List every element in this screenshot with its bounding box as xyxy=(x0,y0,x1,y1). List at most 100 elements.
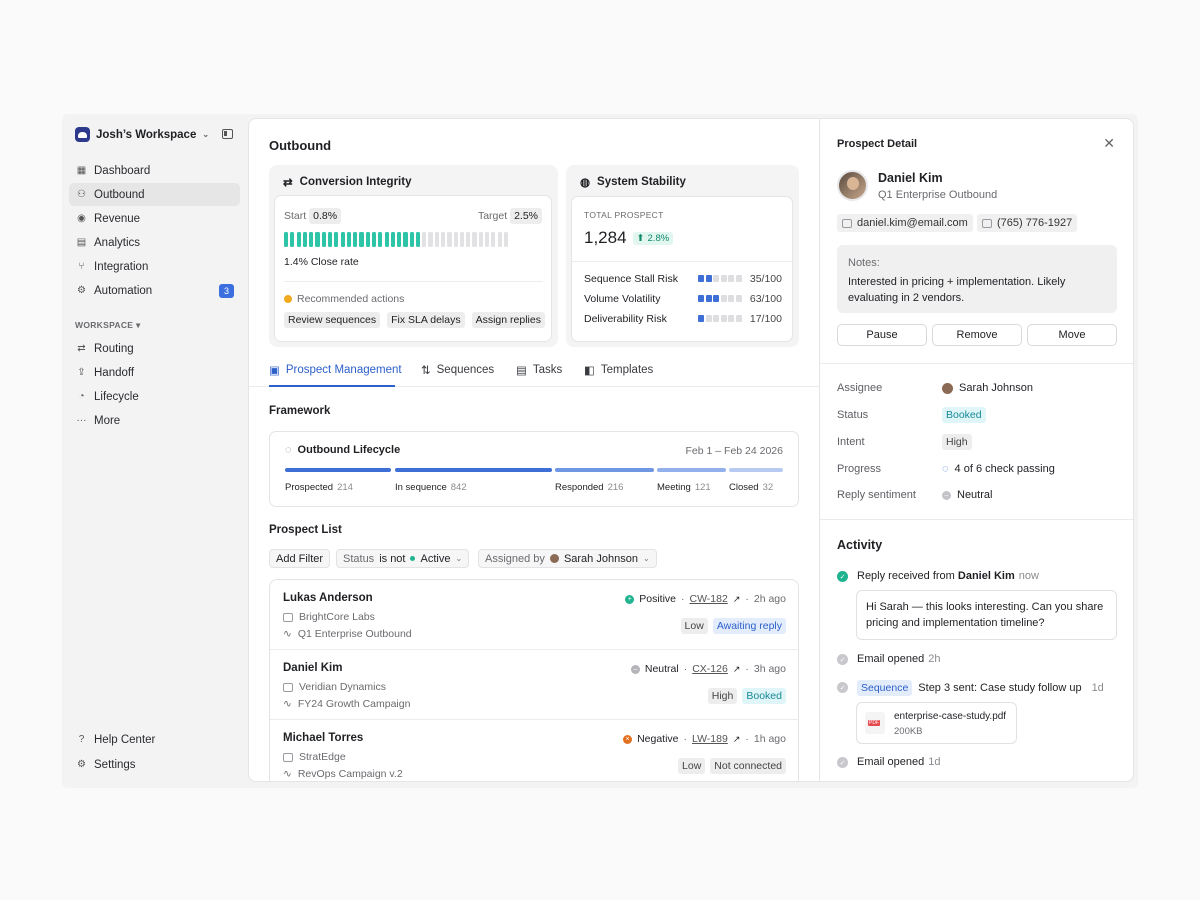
tab-prospect-management[interactable]: ▣ Prospect Management xyxy=(269,363,402,377)
risk-meter-segment xyxy=(735,275,742,282)
risk-row: Volume Volatility 63/100 xyxy=(584,293,782,307)
separator: · xyxy=(683,733,688,745)
separator: · xyxy=(683,663,688,675)
sidebar-item-handoff[interactable]: ⇪ Handoff xyxy=(69,361,240,384)
tab-templates[interactable]: ◧ Templates xyxy=(584,363,653,377)
sidebar-item-automation[interactable]: ⚙ Automation 3 xyxy=(69,279,240,302)
tab-label: Sequences xyxy=(436,364,495,376)
lifecycle-stage-label: Prospected 214 xyxy=(285,482,353,493)
status-label: Status xyxy=(837,409,869,421)
tab-label: Tasks xyxy=(532,364,563,376)
file-attachment[interactable]: enterprise-case-study.pdf 200KB xyxy=(856,702,1017,744)
risk-row: Sequence Stall Risk 35/100 xyxy=(584,273,782,287)
table-row[interactable]: Lukas Anderson BrightCore Labs ∿ Q1 Enter… xyxy=(270,580,798,650)
workspace-nav: ⇄ Routing ⇪ Handoff ◔ Lifecycle ··· More xyxy=(69,337,240,433)
chevron-down-icon: ⌄ xyxy=(642,554,650,563)
mail-icon xyxy=(842,218,852,228)
email-chip[interactable]: daniel.kim@email.com xyxy=(837,214,973,232)
risk-meter-segment xyxy=(698,295,704,302)
workspace-section-label[interactable]: WORKSPACE ▾ xyxy=(75,320,141,331)
risk-meter xyxy=(698,275,742,282)
automation-count-badge: 3 xyxy=(219,284,234,298)
activity-text: Step 3 sent: Case study follow up xyxy=(918,682,1082,694)
building-icon xyxy=(283,682,293,692)
row-meta: – Neutral · CX-126 ↗ · 3h ago xyxy=(630,663,786,675)
ticket-link[interactable]: CX-126 xyxy=(692,663,728,675)
table-row[interactable]: Michael Torres StratEdge ∿ RevOps Campaig… xyxy=(270,720,798,781)
phone-chip[interactable]: (765) 776-1927 xyxy=(977,214,1078,232)
tab-sequences[interactable]: ⇅ Sequences xyxy=(421,363,494,377)
assignee-value[interactable]: Sarah Johnson xyxy=(942,382,1033,394)
status-filter-chip[interactable]: Status is not Active ⌄ xyxy=(336,549,470,568)
start-metric: Start 0.8% xyxy=(284,208,342,224)
conversion-integrity-card: ⇄ Conversion Integrity Start 0.8% Target … xyxy=(269,165,558,347)
progress-segment xyxy=(309,232,314,247)
delta-badge: ⬆ 2.8% xyxy=(632,231,674,245)
campaign-name: FY24 Growth Campaign xyxy=(297,698,411,710)
risk-value: 63/100 xyxy=(749,293,782,305)
ticket-link[interactable]: CW-182 xyxy=(690,593,728,605)
progress-segment xyxy=(384,232,389,247)
activity-opened: Email opened 1d xyxy=(857,756,941,768)
progress-segment xyxy=(353,232,358,247)
total-prospect-value: 1,284 xyxy=(584,228,627,247)
remove-button[interactable]: Remove xyxy=(932,324,1022,346)
status-value[interactable]: Booked xyxy=(942,407,986,423)
outbound-icon: ⚇ xyxy=(77,189,86,200)
move-button[interactable]: Move xyxy=(1027,324,1117,346)
progress-segment xyxy=(290,232,295,247)
sidebar-item-analytics[interactable]: ▤ Analytics xyxy=(69,231,240,254)
sidebar-item-outbound[interactable]: ⚇ Outbound xyxy=(69,183,240,206)
workspace-switcher[interactable]: Josh’s Workspace ⌄ xyxy=(75,127,209,142)
ticket-link[interactable]: LW-189 xyxy=(692,733,728,745)
file-size: 200KB xyxy=(894,726,923,737)
avatar xyxy=(549,554,559,563)
assigned-filter-chip[interactable]: Assigned by Sarah Johnson ⌄ xyxy=(478,549,657,568)
progress-segment xyxy=(315,232,320,247)
pause-button[interactable]: Pause xyxy=(837,324,927,346)
close-icon[interactable]: ✕ xyxy=(1103,135,1115,152)
lifecycle-stage-label: Responded 216 xyxy=(555,482,623,493)
sentiment-value: – Neutral xyxy=(942,489,992,501)
lifecycle-stage-bar xyxy=(285,468,391,472)
sidebar-item-lifecycle[interactable]: ◔ Lifecycle xyxy=(69,385,240,408)
file-name: enterprise-case-study.pdf xyxy=(894,711,1007,722)
add-filter-button[interactable]: Add Filter xyxy=(269,549,331,568)
activity-text: Email opened xyxy=(857,756,925,768)
sidebar-item-help-center[interactable]: ? Help Center xyxy=(69,728,240,751)
sidebar-item-routing[interactable]: ⇄ Routing xyxy=(69,337,240,360)
positive-icon: + xyxy=(625,594,635,604)
activity-opened: Email opened 2h xyxy=(857,653,941,665)
handoff-icon: ⇪ xyxy=(77,367,86,378)
intent-value[interactable]: High xyxy=(942,434,972,450)
action-chip-assign-replies[interactable]: Assign replies xyxy=(471,312,545,328)
start-value: 0.8% xyxy=(309,208,342,224)
sidebar-item-revenue[interactable]: ◉ Revenue xyxy=(69,207,240,230)
sidebar-item-label: Revenue xyxy=(94,212,141,225)
tab-label: Prospect Management xyxy=(285,364,402,376)
workspace-name: Josh’s Workspace xyxy=(96,128,197,141)
assignee-name: Sarah Johnson xyxy=(959,382,1033,394)
campaign-name: RevOps Campaign v.2 xyxy=(297,768,403,780)
pulse-icon: ∿ xyxy=(283,768,292,780)
help-icon: ? xyxy=(78,734,85,745)
lifecycle-stage-bar xyxy=(657,468,726,472)
sidebar-item-dashboard[interactable]: ▦ Dashboard xyxy=(69,159,240,182)
sidebar-item-more[interactable]: ··· More xyxy=(69,409,240,432)
table-row[interactable]: Daniel Kim Veridian Dynamics ∿ FY24 Growt… xyxy=(270,650,798,720)
sidebar-item-settings[interactable]: ⚙ Settings xyxy=(69,753,240,776)
filter-key: Status xyxy=(343,552,375,565)
action-chip-review-sequences[interactable]: Review sequences xyxy=(284,312,381,328)
action-chip-fix-sla[interactable]: Fix SLA delays xyxy=(387,312,465,328)
progress-segment xyxy=(390,232,395,247)
sentiment-label: Negative xyxy=(637,733,679,745)
conversion-progress-bar xyxy=(284,232,509,247)
priority-tag: Low xyxy=(680,618,708,634)
collapse-sidebar-icon[interactable] xyxy=(222,129,233,139)
prospect-company: Veridian Dynamics xyxy=(283,681,386,693)
sidebar-item-integration[interactable]: ⑂ Integration xyxy=(69,255,240,278)
row-meta: + Positive · CW-182 ↗ · 2h ago xyxy=(625,593,786,605)
priority-tag: High xyxy=(707,688,738,704)
add-filter-label: Add Filter xyxy=(276,552,324,565)
tab-tasks[interactable]: ▤ Tasks xyxy=(516,363,562,377)
